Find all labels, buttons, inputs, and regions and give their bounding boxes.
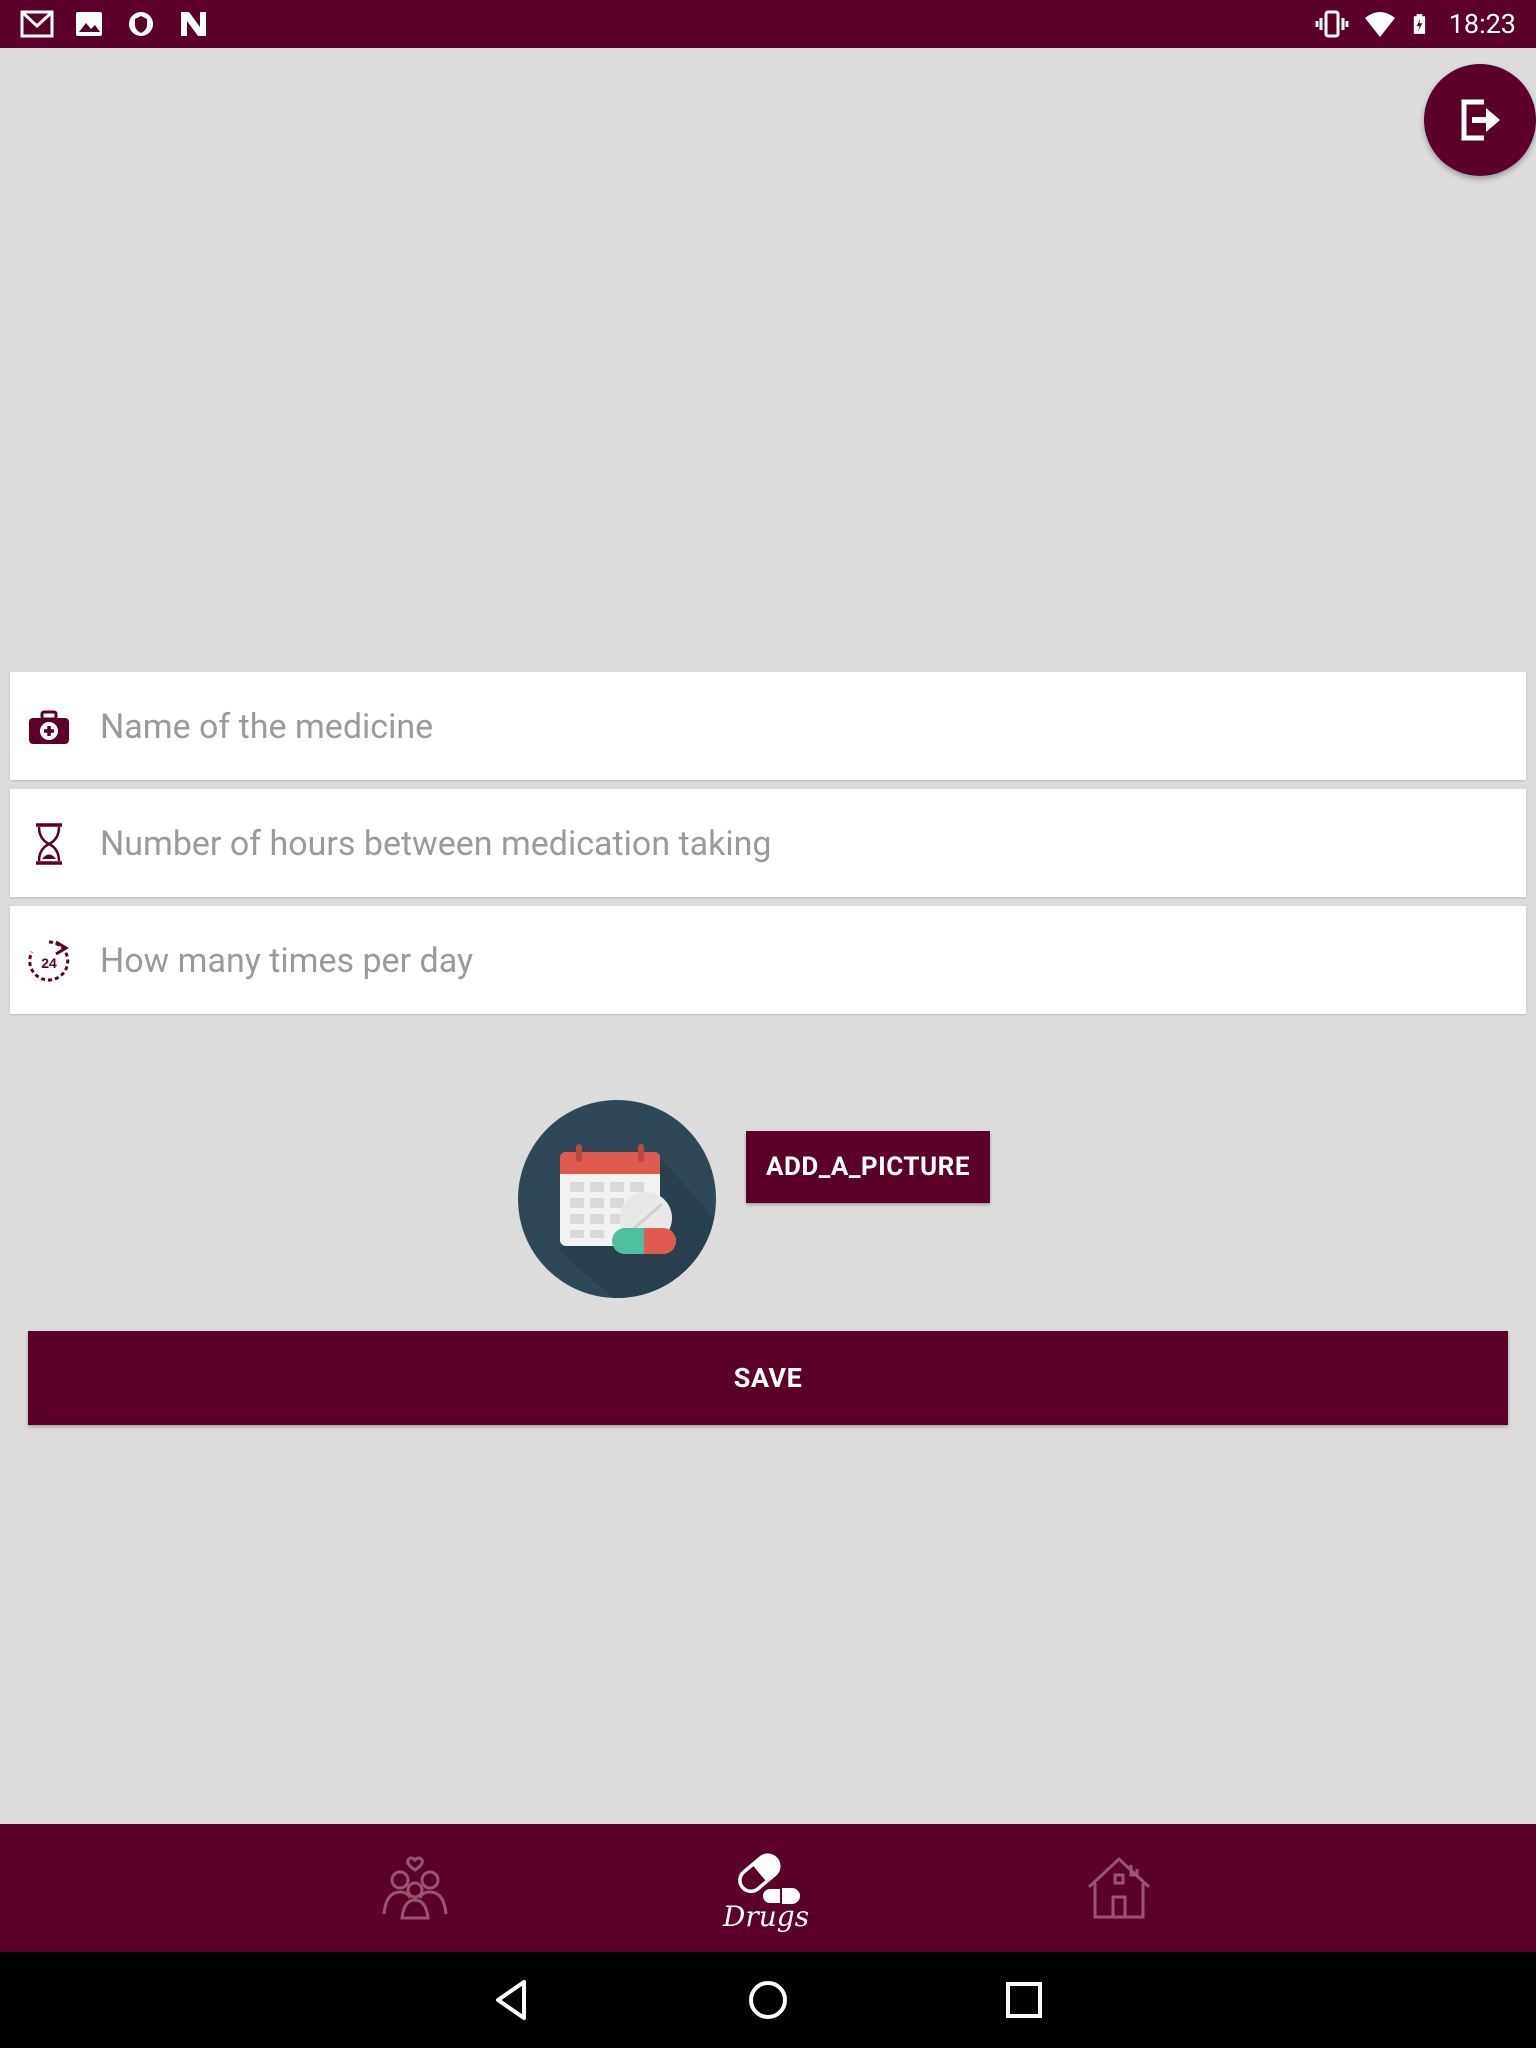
save-button[interactable]: SAVE — [28, 1331, 1508, 1425]
back-icon[interactable] — [488, 1976, 536, 2024]
nav-item-home[interactable] — [1019, 1824, 1219, 1952]
times-per-day-field[interactable]: 24 — [10, 906, 1526, 1016]
nav-label-drugs: Drugs — [722, 1899, 810, 1933]
image-icon — [76, 12, 102, 36]
logout-icon — [1461, 99, 1500, 141]
home-icon[interactable] — [744, 1976, 792, 2024]
medicine-name-field[interactable] — [10, 672, 1526, 782]
house-icon — [1087, 1856, 1151, 1919]
hours-between-field[interactable] — [10, 789, 1526, 899]
nav-item-drugs[interactable]: Drugs — [666, 1824, 866, 1952]
nav-item-family[interactable] — [315, 1824, 515, 1952]
battery-charging-icon — [1413, 14, 1425, 34]
logout-button[interactable] — [1424, 64, 1536, 176]
status-left-icons — [20, 8, 210, 40]
bottom-navigation: Drugs — [0, 1824, 1536, 1952]
wifi-icon — [1364, 12, 1395, 37]
clock-24-icon: 24 — [28, 940, 70, 982]
pill-icon — [738, 1852, 800, 1905]
medicine-name-input[interactable] — [98, 672, 1502, 782]
hourglass-icon — [36, 823, 62, 865]
status-right-icons: 18:23 — [1315, 8, 1516, 40]
svg-text:24: 24 — [41, 955, 57, 971]
recents-icon[interactable] — [1000, 1976, 1048, 2024]
add-picture-button[interactable]: ADD_A_PICTURE — [746, 1131, 990, 1203]
n-icon — [181, 12, 206, 36]
shield-icon — [129, 12, 153, 36]
gmail-icon — [20, 10, 54, 38]
medical-kit-icon — [29, 710, 69, 744]
status-time: 18:23 — [1448, 8, 1516, 40]
medicine-picture[interactable] — [518, 1100, 716, 1298]
status-bar: 18:23 — [0, 0, 1536, 48]
vibrate-icon — [1315, 10, 1349, 38]
system-navigation-bar — [0, 1952, 1536, 2048]
hours-between-input[interactable] — [98, 789, 1502, 899]
calendar-pill-icon — [558, 1144, 716, 1298]
family-icon — [382, 1856, 448, 1920]
times-per-day-input[interactable] — [98, 906, 1502, 1016]
